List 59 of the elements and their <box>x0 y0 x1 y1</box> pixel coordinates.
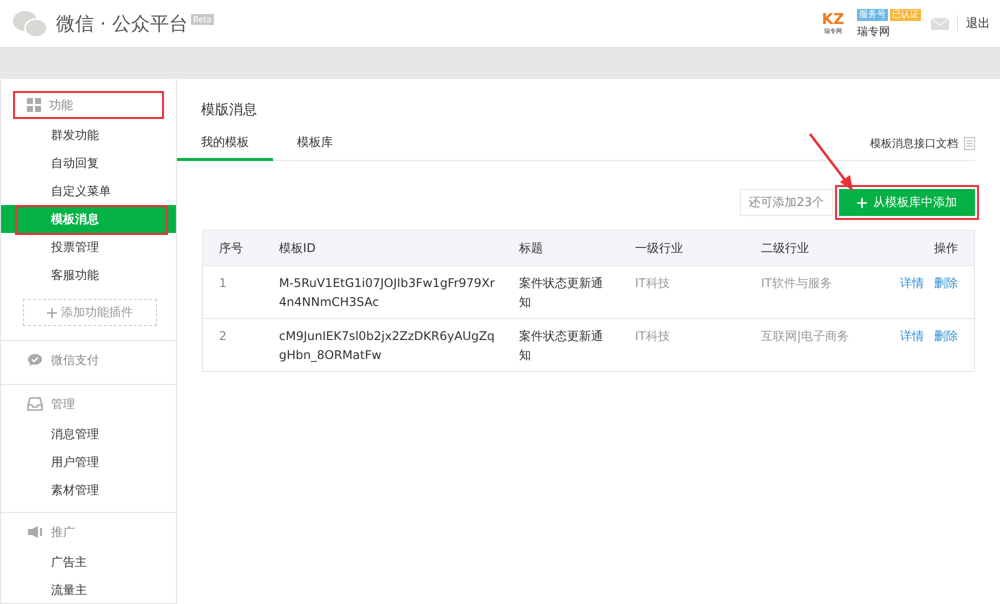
account-name: 瑞专网 <box>857 24 891 38</box>
logout-link[interactable]: 退出 <box>957 15 990 32</box>
section-label: 管理 <box>51 396 75 412</box>
section-label: 功能 <box>49 96 73 114</box>
sidebar-item[interactable]: 广告主 <box>1 548 176 576</box>
sidebar-section-title[interactable]: 功能 <box>15 93 162 117</box>
column-header: 模板ID <box>279 240 317 256</box>
section-label: 微信支付 <box>51 352 99 368</box>
column-header: 二级行业 <box>761 240 810 256</box>
section-label: 推广 <box>51 524 75 540</box>
sidebar-item[interactable]: 流量主 <box>1 576 176 604</box>
platform-title: 微信 · 公众平台 <box>56 12 188 36</box>
table-cell-text: M-5RuV1EtG1i07JOJIb3Fw1gFr979Xr4n4NNmCH3SAc <box>279 275 496 311</box>
table-cell-text: 互联网|电子商务 <box>761 328 850 345</box>
table-cell-text: 1 <box>219 275 228 292</box>
table-cell-text: 案件状态更新通知 <box>519 275 604 311</box>
table-cell-text: cM9JunIEK7sl0b2jx2ZzDKR6yAUgZqgHbn_8ORMatFw <box>279 328 496 364</box>
megaphone-icon <box>27 525 43 539</box>
sidebar-section-title[interactable]: 微信支付 <box>15 348 162 372</box>
sidebar-item[interactable]: 素材管理 <box>1 476 176 504</box>
table-cell-text: IT科技 <box>635 275 671 292</box>
sidebar-item[interactable]: 自定义菜单 <box>1 177 176 205</box>
column-header: 操作 <box>934 240 958 256</box>
table-cell-text: IT科技 <box>635 328 671 345</box>
column-header: 序号 <box>219 240 244 256</box>
sidebar-item[interactable]: 消息管理 <box>1 420 176 448</box>
doc-link[interactable]: 模板消息接口文档 <box>870 136 975 151</box>
action-link[interactable]: 删除 <box>934 327 958 346</box>
chat-bubble-icon <box>27 353 43 367</box>
sidebar-item[interactable]: 群发功能 <box>1 121 176 149</box>
mail-icon[interactable] <box>931 18 949 30</box>
tab[interactable]: 我的模板 <box>177 127 273 161</box>
table-cell-text: IT软件与服务 <box>761 275 833 292</box>
table-cell-text: 2 <box>219 328 228 345</box>
table-cell-text: 案件状态更新通知 <box>519 328 604 364</box>
action-link[interactable]: 详情 <box>900 274 924 293</box>
account-tag: 已认证 <box>890 8 921 20</box>
action-link[interactable]: 删除 <box>934 274 958 293</box>
tab[interactable]: 模板库 <box>273 127 357 161</box>
inbox-icon <box>27 397 43 411</box>
column-header: 标题 <box>519 240 544 256</box>
grid-icon <box>27 98 41 112</box>
account-tag: 服务号 <box>857 8 888 20</box>
plus-icon <box>47 308 57 318</box>
annotation-arrow <box>808 132 854 192</box>
sidebar-section-title[interactable]: 推广 <box>15 520 162 544</box>
chat-bubbles-icon <box>12 8 48 38</box>
sidebar-item[interactable]: 用户管理 <box>1 448 176 476</box>
document-icon <box>964 137 975 150</box>
column-header: 一级行业 <box>635 240 684 256</box>
action-link[interactable]: 详情 <box>900 327 924 346</box>
sidebar-section-title[interactable]: 管理 <box>15 392 162 416</box>
sidebar-item[interactable]: 投票管理 <box>1 233 176 261</box>
sidebar-item[interactable]: 自动回复 <box>1 149 176 177</box>
remaining-count: 还可添加23个 <box>740 189 833 216</box>
page-title: 模版消息 <box>200 101 258 120</box>
sidebar-item[interactable]: 客服功能 <box>1 261 176 289</box>
logo-mark: KZ <box>822 12 844 26</box>
plus-icon <box>857 198 867 208</box>
